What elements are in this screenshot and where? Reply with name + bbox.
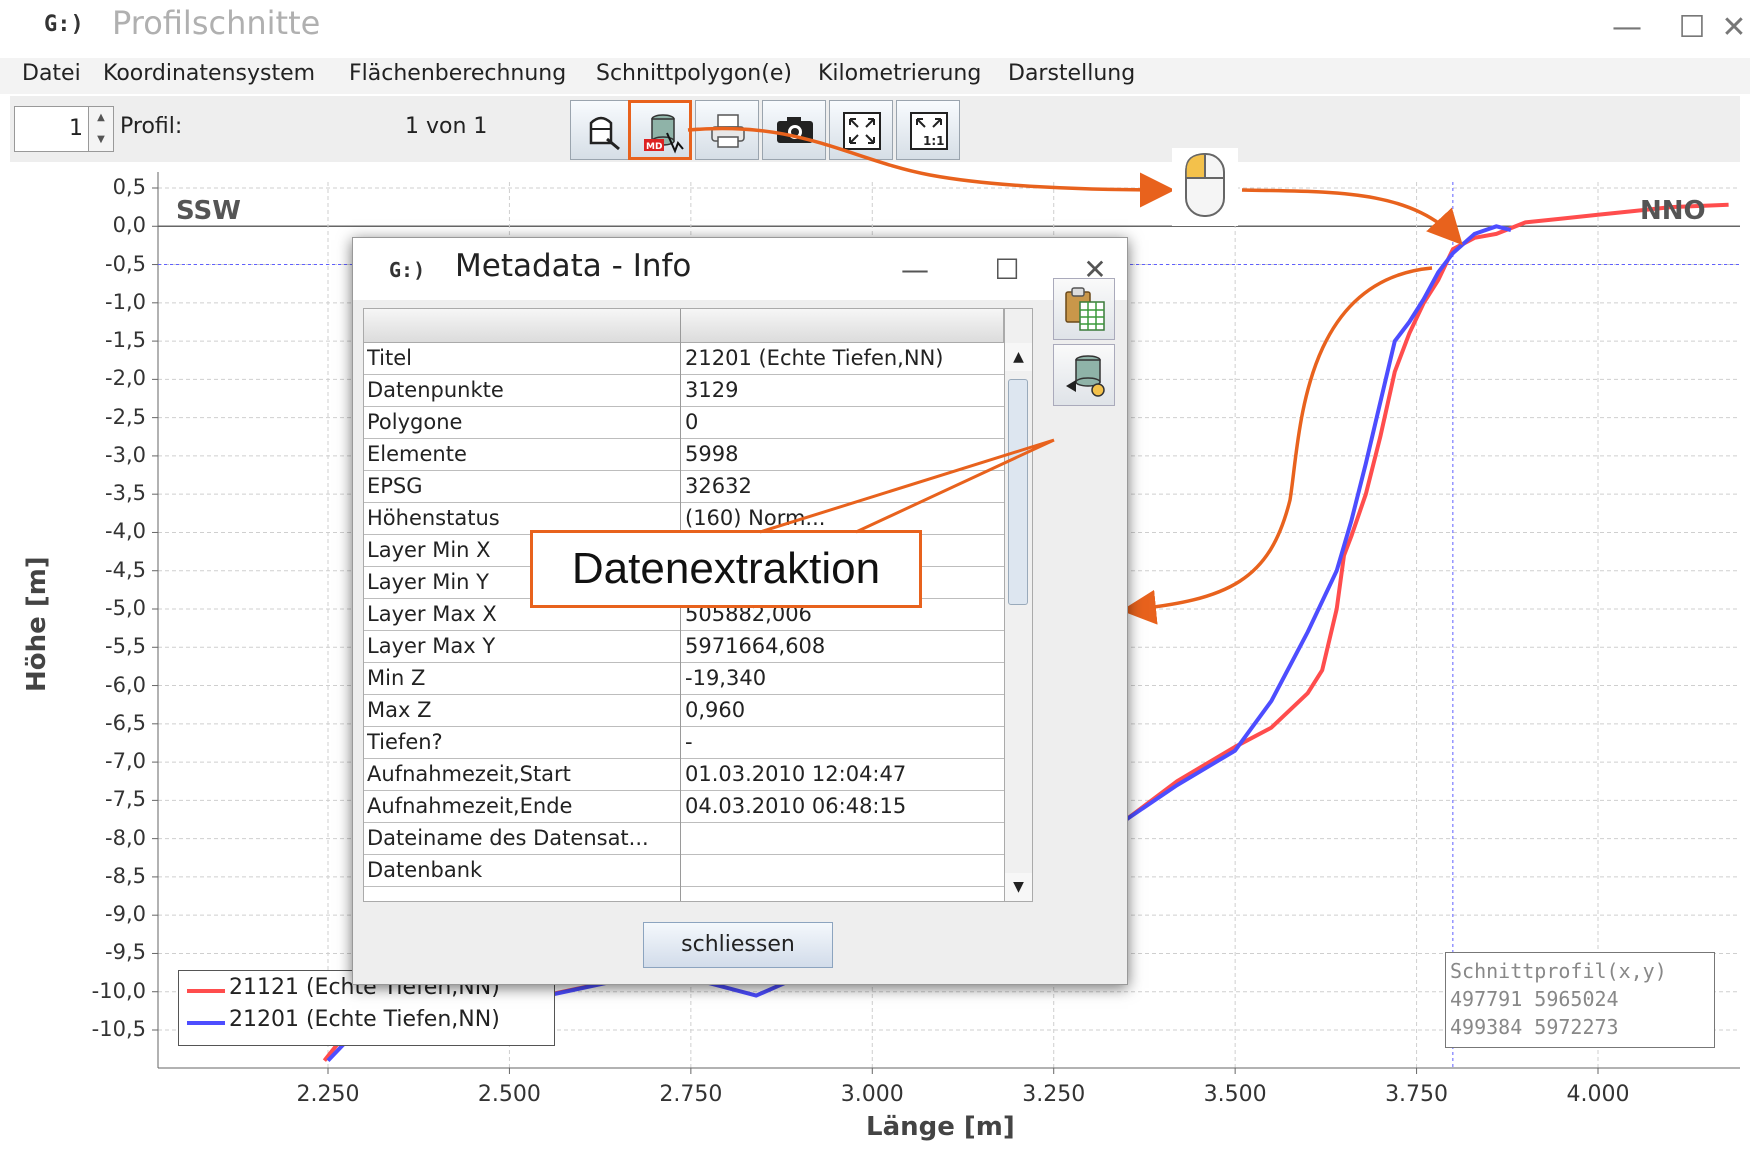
row-value: 0 [685, 410, 699, 434]
metadata-info-dialog: G:) Metadata - Info — ☐ ✕ Titel 21201 (Ec… [352, 237, 1128, 985]
mouse-left-click-icon [1172, 148, 1238, 226]
copy-to-spreadsheet-icon [1065, 287, 1105, 331]
dialog-logo: G:) [389, 258, 426, 282]
table-row[interactable]: Max Z 0,960 [364, 695, 1004, 727]
row-key: Datenpunkte [367, 378, 504, 402]
row-key: Polygone [367, 410, 463, 434]
row-key: Layer Max Y [367, 634, 496, 658]
table-row[interactable]: Polygone 0 [364, 407, 1004, 439]
row-key: Höhenstatus [367, 506, 500, 530]
table-row[interactable]: Datenpunkte 3129 [364, 375, 1004, 407]
table-row[interactable]: Datenbank [364, 855, 1004, 887]
schliessen-button[interactable]: schliessen [643, 922, 833, 968]
row-key: EPSG [367, 474, 423, 498]
scroll-up-button[interactable]: ▲ [1005, 343, 1032, 371]
row-value: 32632 [685, 474, 752, 498]
table-row[interactable]: Dateiname des Datensat... [364, 823, 1004, 855]
row-value: 5971664,608 [685, 634, 826, 658]
row-key: Max Z [367, 698, 432, 722]
row-key: Aufnahmezeit,Ende [367, 794, 573, 818]
table-row[interactable]: Layer Max Y 5971664,608 [364, 631, 1004, 663]
copy-to-spreadsheet-button[interactable] [1053, 278, 1115, 340]
row-value: (160) Norm... [685, 506, 826, 530]
column-header-value[interactable] [681, 309, 1004, 343]
dialog-minimize-button[interactable]: — [893, 250, 937, 290]
scroll-thumb[interactable] [1008, 379, 1028, 605]
column-header-key[interactable] [364, 309, 681, 343]
data-extraction-icon [1066, 355, 1105, 397]
row-value: - [685, 730, 693, 754]
row-key: Elemente [367, 442, 467, 466]
dialog-title-bar: G:) Metadata - Info — ☐ ✕ [353, 238, 1127, 300]
arrow-profile-to-dialog [1121, 266, 1433, 625]
profilschnitte-window: G:) Profilschnitte — ☐ ✕ Datei Koordinat… [0, 0, 1750, 1162]
dialog-title: Metadata - Info [455, 248, 692, 284]
row-key: Aufnahmezeit,Start [367, 762, 571, 786]
table-row[interactable]: Aufnahmezeit,Start 01.03.2010 12:04:47 [364, 759, 1004, 791]
row-value: 0,960 [685, 698, 746, 722]
data-extraction-button[interactable] [1053, 344, 1115, 406]
row-key: Datenbank [367, 858, 483, 882]
row-value: 21201 (Echte Tiefen,NN) [685, 346, 944, 370]
row-key: Min Z [367, 666, 426, 690]
table-row[interactable]: Aufnahmezeit,Ende 04.03.2010 06:48:15 [364, 791, 1004, 823]
row-value: 01.03.2010 12:04:47 [685, 762, 907, 786]
row-key: Tiefen? [367, 730, 443, 754]
row-key: Titel [367, 346, 413, 370]
row-value: 04.03.2010 06:48:15 [685, 794, 907, 818]
table-row[interactable]: Min Z -19,340 [364, 663, 1004, 695]
table-row[interactable]: Titel 21201 (Echte Tiefen,NN) [364, 343, 1004, 375]
arrow-mouse-to-profile [1241, 188, 1463, 246]
table-scrollbar[interactable]: ▲ ▼ [1004, 309, 1032, 901]
row-value: -19,340 [685, 666, 767, 690]
table-row[interactable]: Tiefen? - [364, 727, 1004, 759]
dialog-maximize-button[interactable]: ☐ [985, 250, 1029, 290]
row-key: Dateiname des Datensat... [367, 826, 649, 850]
row-value: 5998 [685, 442, 739, 466]
arrow-toolbar-to-mouse [687, 126, 1175, 208]
datenextraktion-callout: Datenextraktion [530, 530, 922, 608]
table-row[interactable]: Elemente 5998 [364, 439, 1004, 471]
row-value: 3129 [685, 378, 739, 402]
table-row[interactable]: EPSG 32632 [364, 471, 1004, 503]
scroll-down-button[interactable]: ▼ [1005, 873, 1032, 901]
